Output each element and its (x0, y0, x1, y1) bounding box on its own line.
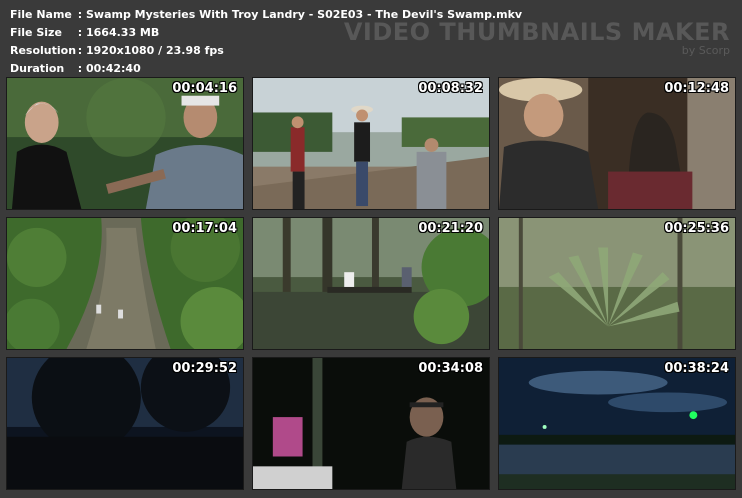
timestamp-label: 00:08:32 (418, 81, 483, 96)
info-label: Resolution (10, 44, 77, 57)
thumbnail-4[interactable]: 00:17:04 (6, 217, 244, 350)
timestamp-label: 00:21:20 (418, 221, 483, 236)
thumbnail-5[interactable]: 00:21:20 (252, 217, 490, 350)
brand-watermark: VIDEO THUMBNAILS MAKER by Scorp (344, 20, 730, 58)
scene-night-sky-water-image (499, 358, 735, 489)
scene-aerial-bayou-boats-image (7, 218, 243, 349)
info-row-duration: Duration:00:42:40 (10, 60, 522, 78)
timestamp-label: 00:34:08 (418, 361, 483, 376)
timestamp-label: 00:12:48 (664, 81, 729, 96)
thumbnail-3[interactable]: 00:12:48 (498, 77, 736, 210)
thumbnail-8[interactable]: 00:34:08 (252, 357, 490, 490)
info-value: 1920x1080 / 23.98 fps (86, 44, 224, 57)
info-value: 1664.33 MB (86, 26, 160, 39)
scene-dark-trees-night-image (7, 358, 243, 489)
brand-title: VIDEO THUMBNAILS MAKER (343, 18, 730, 46)
scene-palmetto-forest-image (499, 218, 735, 349)
timestamp-label: 00:17:04 (172, 221, 237, 236)
thumbnail-7[interactable]: 00:29:52 (6, 357, 244, 490)
info-label: File Name (10, 8, 72, 21)
timestamp-label: 00:25:36 (664, 221, 729, 236)
info-value: 00:42:40 (86, 62, 141, 75)
thumbnail-6[interactable]: 00:25:36 (498, 217, 736, 350)
scene-two-men-closeup-image (7, 78, 243, 209)
info-label: Duration (10, 62, 65, 75)
timestamp-label: 00:04:16 (172, 81, 237, 96)
brand-byline: by Scorp (681, 44, 730, 57)
thumbnail-9[interactable]: 00:38:24 (498, 357, 736, 490)
thumbnail-1[interactable]: 00:04:16 (6, 77, 244, 210)
timestamp-label: 00:29:52 (172, 361, 237, 376)
scene-night-headlamp-image (253, 358, 489, 489)
info-label: File Size (10, 26, 62, 39)
timestamp-label: 00:38:24 (664, 361, 729, 376)
thumbnail-2[interactable]: 00:08:32 (252, 77, 490, 210)
scene-group-on-dock-image (253, 78, 489, 209)
scene-men-at-cabin-image (499, 78, 735, 209)
scene-boat-in-cypress-swamp-image (253, 218, 489, 349)
